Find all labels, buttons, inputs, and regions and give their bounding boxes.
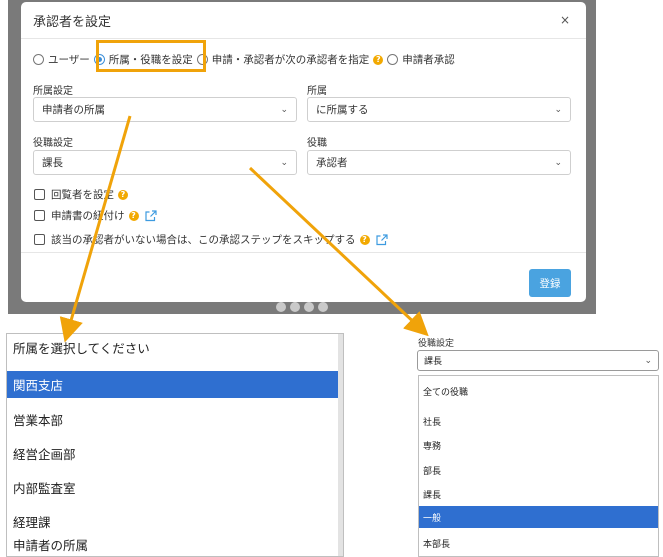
approver-type-radio-group: ユーザー 所属・役職を設定 申請・承認者が次の承認者を指定 ? 申請者承認 xyxy=(33,52,586,67)
position-dropdown-select[interactable]: 課長 ⌄ xyxy=(417,350,659,371)
dot xyxy=(276,302,286,312)
dot xyxy=(318,302,328,312)
checkbox[interactable] xyxy=(34,189,45,200)
radio-circle-checked[interactable] xyxy=(93,54,105,65)
position-select[interactable]: 承認者 ⌄ xyxy=(307,150,571,175)
radio-user[interactable]: ユーザー xyxy=(33,52,90,67)
checkbox-label-link-application: 申請書の紐付け xyxy=(51,210,125,222)
position-option[interactable]: 部長 xyxy=(419,459,658,481)
affiliation-option[interactable]: 申請者の所属 xyxy=(7,531,343,556)
dot xyxy=(304,302,314,312)
radio-next-approver[interactable]: 申請・承認者が次の承認者を指定 ? xyxy=(196,52,384,67)
affiliation-setting-select[interactable]: 申請者の所属 ⌄ xyxy=(33,97,297,122)
radio-label-applicant-approval: 申請者承認 xyxy=(402,54,455,66)
radio-label-affiliation-position: 所属・役職を設定 xyxy=(108,54,193,66)
modal-header: 承認者を設定 × xyxy=(21,2,586,39)
radio-circle[interactable] xyxy=(33,54,44,65)
position-dropdown-panel: 役職設定 課長 ⌄ 全ての役職 社長 専務 部長 課長 一般 本部長 xyxy=(414,332,663,557)
position-setting-value: 課長 xyxy=(42,157,63,169)
modal-title: 承認者を設定 xyxy=(33,14,112,30)
position-option[interactable]: 課長 xyxy=(419,483,658,505)
affiliation-option[interactable]: 経営企画部 xyxy=(7,440,343,467)
radio-applicant-approval[interactable]: 申請者承認 xyxy=(387,52,455,67)
checkbox-row-viewer[interactable]: 回覧者を設定 ? xyxy=(34,187,128,202)
radio-affiliation-position[interactable]: 所属・役職を設定 xyxy=(93,52,193,67)
pagination-dots xyxy=(276,302,328,312)
affiliation-option[interactable]: 営業本部 xyxy=(7,406,343,433)
position-label: 役職 xyxy=(307,138,327,149)
affiliation-value: に所属する xyxy=(316,104,369,116)
radio-label-next-approver: 申請・承認者が次の承認者を指定 xyxy=(211,54,370,66)
help-icon[interactable]: ? xyxy=(118,189,128,200)
radio-circle[interactable] xyxy=(196,54,208,65)
position-setting-label: 役職設定 xyxy=(33,138,73,149)
external-link-icon[interactable] xyxy=(375,233,388,246)
approver-settings-modal: 承認者を設定 × ユーザー 所属・役職を設定 申請・承認者が次の承認者を指定 ?… xyxy=(21,2,586,302)
dot xyxy=(290,302,300,312)
help-icon[interactable]: ? xyxy=(373,54,384,65)
close-button[interactable]: × xyxy=(560,13,570,27)
chevron-down-icon: ⌄ xyxy=(280,104,288,115)
position-setting-select[interactable]: 課長 ⌄ xyxy=(33,150,297,175)
checkbox-row-skip-step[interactable]: 該当の承認者がいない場合は、この承認ステップをスキップする ? xyxy=(34,232,388,247)
position-dropdown-label: 役職設定 xyxy=(418,339,455,349)
position-dropdown-list: 全ての役職 社長 専務 部長 課長 一般 本部長 xyxy=(418,375,659,557)
position-option[interactable]: 全ての役職 xyxy=(419,380,658,402)
affiliation-setting-value: 申請者の所属 xyxy=(42,104,105,116)
chevron-down-icon: ⌄ xyxy=(644,355,652,366)
affiliation-setting-label: 所属設定 xyxy=(33,86,73,97)
affiliation-option-placeholder[interactable]: 所属を選択してください xyxy=(7,334,343,361)
chevron-down-icon: ⌄ xyxy=(554,104,562,115)
position-option[interactable]: 一般 xyxy=(419,506,658,528)
modal-footer: 登録 xyxy=(21,252,586,302)
radio-circle[interactable] xyxy=(387,54,399,65)
affiliation-select[interactable]: に所属する ⌄ xyxy=(307,97,571,122)
position-dropdown-value: 課長 xyxy=(424,357,443,367)
checkbox[interactable] xyxy=(34,234,45,245)
chevron-down-icon: ⌄ xyxy=(554,157,562,168)
position-option[interactable]: 専務 xyxy=(419,434,658,456)
help-icon[interactable]: ? xyxy=(128,210,139,221)
checkbox-label-viewer: 回覧者を設定 xyxy=(51,189,114,201)
checkbox-row-link-application[interactable]: 申請書の紐付け ? xyxy=(34,208,157,223)
position-option[interactable]: 社長 xyxy=(419,410,658,432)
affiliation-option[interactable]: 関西支店 xyxy=(7,371,343,398)
help-icon[interactable]: ? xyxy=(359,234,370,245)
position-value: 承認者 xyxy=(316,157,348,169)
submit-button[interactable]: 登録 xyxy=(529,269,571,297)
radio-label-user: ユーザー xyxy=(48,54,90,66)
checkbox[interactable] xyxy=(34,210,45,221)
external-link-icon[interactable] xyxy=(144,209,157,222)
scrollbar[interactable] xyxy=(338,334,343,556)
checkbox-label-skip-step: 該当の承認者がいない場合は、この承認ステップをスキップする xyxy=(51,234,356,246)
affiliation-option[interactable]: 内部監査室 xyxy=(7,474,343,501)
affiliation-label: 所属 xyxy=(307,86,327,97)
affiliation-dropdown-list: 所属を選択してください 関西支店 営業本部 経営企画部 内部監査室 経理課 申請… xyxy=(6,333,344,557)
position-option[interactable]: 本部長 xyxy=(419,532,658,554)
chevron-down-icon: ⌄ xyxy=(280,157,288,168)
